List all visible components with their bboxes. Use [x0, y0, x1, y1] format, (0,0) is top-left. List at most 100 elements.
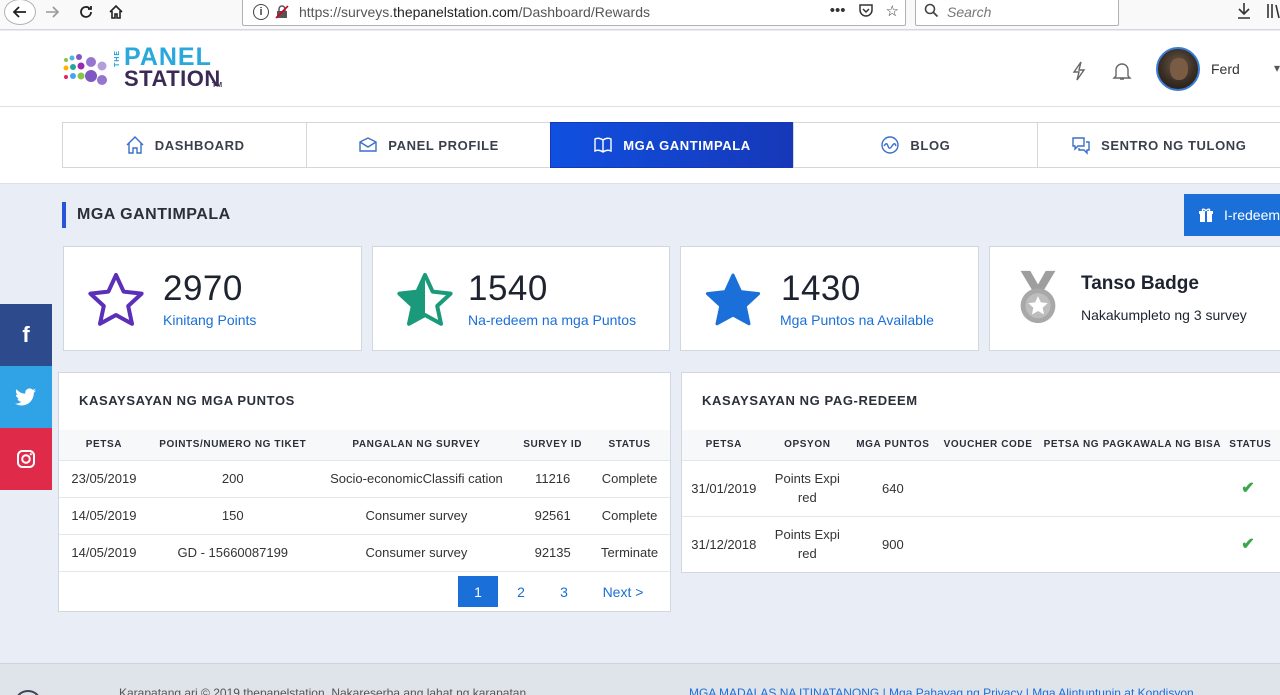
footer-copyright: Karapatang ari © 2019 thepanelstation. N… — [119, 686, 530, 695]
redeemed-points-card: 1540 Na-redeem na mga Puntos — [372, 246, 670, 351]
tab-blog[interactable]: BLOG — [793, 122, 1037, 168]
table-row: 14/05/2019 150 Consumer survey 92561 Com… — [59, 497, 670, 535]
pocket-icon[interactable] — [858, 2, 874, 22]
column-header: SURVEY ID — [516, 430, 590, 461]
next-page-button[interactable]: Next > — [584, 576, 662, 607]
bookmark-star-icon[interactable]: ☆ — [886, 2, 899, 22]
cell-status: Complete — [589, 497, 670, 535]
star-filled-icon — [705, 273, 761, 326]
cell-points: 150 — [148, 497, 317, 535]
cell-survey-id: 92135 — [516, 534, 590, 572]
back-arrow-icon[interactable] — [4, 0, 36, 25]
instagram-icon[interactable] — [0, 428, 52, 490]
user-name[interactable]: Ferd — [1211, 61, 1240, 77]
cell-date: 31/12/2018 — [682, 516, 766, 572]
gift-icon — [1199, 208, 1213, 222]
star-half-icon — [397, 273, 453, 326]
lightning-icon[interactable] — [1071, 61, 1087, 86]
table-row: 14/05/2019 GD - 15660087199 Consumer sur… — [59, 534, 670, 572]
url-bar[interactable]: i https://surveys.thepanelstation.com/Da… — [242, 0, 906, 26]
logo-dots-icon — [63, 54, 107, 85]
facebook-icon[interactable]: f — [0, 304, 52, 366]
check-icon: ✔ — [1241, 535, 1255, 553]
column-header: MGA PUNTOS — [848, 430, 937, 461]
footer-logo-icon — [14, 690, 42, 695]
avatar[interactable] — [1156, 47, 1200, 91]
chevron-down-icon[interactable]: ▾ — [1274, 61, 1280, 75]
footer-links[interactable]: MGA MADALAS NA ITINATANONG | Mga Pahayag… — [689, 686, 1194, 695]
table-row: 31/01/2019 Points Expi red 640 ✔ — [682, 460, 1280, 517]
tab-label: SENTRO NG TULONG — [1101, 137, 1247, 153]
main-nav: DASHBOARD PANEL PROFILE MGA GANTIMPALA B… — [62, 122, 1280, 168]
logo-the-text: THE — [114, 50, 121, 67]
cell-points: 900 — [848, 516, 937, 572]
cell-points: 200 — [148, 460, 317, 498]
logo-tm-text: TM — [212, 82, 223, 89]
medal-icon — [1020, 270, 1056, 324]
available-points-card: 1430 Mga Puntos na Available — [680, 246, 979, 351]
column-header: VOUCHER CODE — [936, 430, 1040, 461]
cell-survey-id: 92561 — [516, 497, 590, 535]
redeem-button[interactable]: I-redeem — [1184, 194, 1280, 236]
pagination: 1 2 3 Next > — [458, 576, 662, 607]
cell-date: 14/05/2019 — [59, 497, 149, 535]
bell-icon[interactable] — [1112, 61, 1132, 86]
twitter-icon[interactable] — [0, 366, 52, 428]
book-icon — [594, 137, 612, 153]
download-icon[interactable] — [1236, 2, 1252, 25]
cell-status: ✔ — [1225, 516, 1280, 572]
tab-label: PANEL PROFILE — [388, 137, 499, 153]
envelope-icon — [359, 137, 377, 152]
browser-search-input[interactable]: Search — [915, 0, 1119, 26]
search-placeholder: Search — [947, 4, 992, 20]
redeem-history-table: PETSA OPSYON MGA PUNTOS VOUCHER CODE PET… — [682, 430, 1280, 572]
check-icon: ✔ — [1241, 479, 1255, 497]
earned-points-value: 2970 — [163, 269, 243, 308]
points-history-table: PETSA POINTS/NUMERO NG TIKET PANGALAN NG… — [59, 430, 670, 572]
insecure-lock-icon[interactable] — [275, 5, 289, 19]
info-icon[interactable]: i — [253, 4, 269, 20]
column-header: POINTS/NUMERO NG TIKET — [148, 430, 317, 461]
cell-points: 640 — [848, 460, 937, 517]
tab-label: MGA GANTIMPALA — [623, 137, 751, 153]
cell-status: ✔ — [1225, 460, 1280, 517]
tab-mga-gantimpala[interactable]: MGA GANTIMPALA — [549, 122, 794, 168]
page-2-button[interactable]: 2 — [498, 576, 544, 607]
home-icon[interactable] — [104, 0, 128, 24]
cell-points: GD - 15660087199 — [148, 534, 317, 572]
redeemed-points-value: 1540 — [468, 269, 548, 308]
page-3-button[interactable]: 3 — [544, 576, 584, 607]
tab-label: DASHBOARD — [154, 137, 245, 153]
page-title: MGA GANTIMPALA — [62, 202, 231, 228]
cell-date: 31/01/2019 — [682, 460, 766, 517]
site-header: THE PANEL STATION TM Ferd ▾ — [0, 31, 1280, 107]
forward-arrow-icon[interactable] — [40, 0, 64, 24]
footer: Karapatang ari © 2019 thepanelstation. N… — [0, 663, 1280, 695]
cell-expiry — [1039, 516, 1226, 572]
wave-icon — [881, 136, 900, 154]
panel-station-logo[interactable]: THE PANEL STATION TM — [62, 45, 232, 92]
tab-label: BLOG — [910, 137, 951, 153]
star-outline-icon — [88, 273, 144, 326]
cell-option: Points Expi red — [765, 460, 849, 517]
reload-icon[interactable] — [74, 0, 98, 24]
available-points-value: 1430 — [781, 269, 861, 308]
cell-option: Points Expi red — [765, 516, 849, 572]
redeem-history-panel: KASAYSAYAN NG PAG-REDEEM PETSA OPSYON MG… — [681, 372, 1280, 573]
search-icon — [924, 3, 939, 21]
tab-dashboard[interactable]: DASHBOARD — [62, 122, 307, 168]
page-actions-icon[interactable]: ••• — [830, 2, 846, 22]
home-icon — [126, 136, 144, 154]
available-points-label: Mga Puntos na Available — [780, 312, 934, 328]
tab-panel-profile[interactable]: PANEL PROFILE — [306, 122, 550, 168]
redeem-history-title: KASAYSAYAN NG PAG-REDEEM — [702, 393, 918, 408]
page-1-button[interactable]: 1 — [458, 576, 498, 607]
badge-title: Tanso Badge — [1081, 273, 1199, 294]
library-icon[interactable] — [1266, 2, 1280, 25]
badge-subtitle: Nakakumpleto ng 3 survey — [1081, 307, 1247, 323]
redeem-label: I-redeem — [1224, 207, 1280, 223]
cell-survey-name: Socio-economicClassifi cation — [316, 460, 517, 498]
tab-sentro-ng-tulong[interactable]: SENTRO NG TULONG — [1036, 122, 1280, 168]
url-text: https://surveys.thepanelstation.com/Dash… — [299, 4, 650, 20]
column-header: PETSA NG PAGKAWALA NG BISA — [1039, 430, 1226, 461]
